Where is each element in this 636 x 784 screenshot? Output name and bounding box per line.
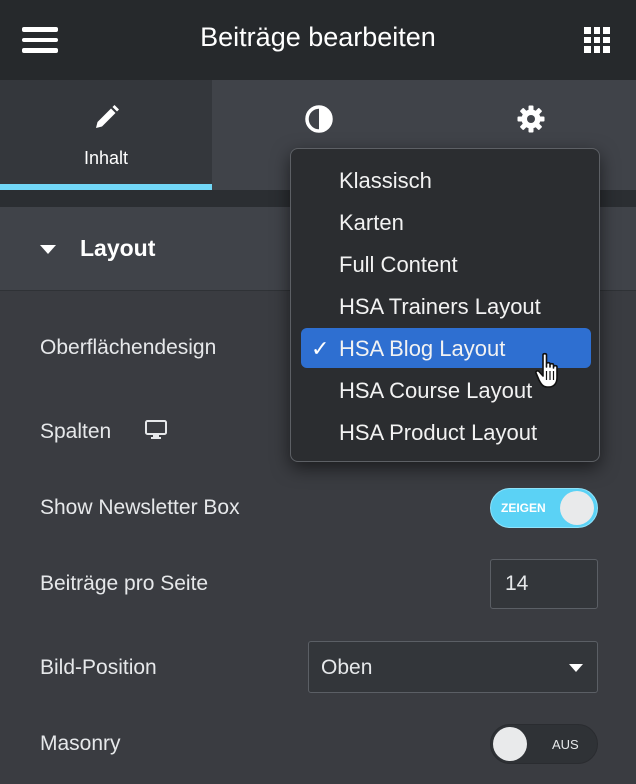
option-label: Karten	[339, 210, 404, 235]
option-label: HSA Blog Layout	[339, 336, 506, 361]
desktop-monitor-icon[interactable]	[145, 420, 167, 440]
toggle-knob	[493, 727, 527, 761]
dropdown-option[interactable]: HSA Trainers Layout	[301, 286, 591, 326]
dropdown-option[interactable]: Karten	[301, 202, 591, 242]
skin-dropdown-menu: Klassisch Karten Full Content HSA Traine…	[290, 148, 600, 462]
option-label: Klassisch	[339, 168, 432, 193]
image-position-value: Oben	[321, 656, 373, 679]
masonry-toggle[interactable]: AUS	[490, 724, 598, 764]
columns-label: Spalten	[40, 420, 112, 443]
image-position-select[interactable]: Oben	[308, 641, 598, 693]
option-label: HSA Product Layout	[339, 420, 538, 445]
pencil-icon	[96, 105, 119, 128]
newsletter-label: Show Newsletter Box	[40, 496, 240, 519]
masonry-toggle-text: AUS	[552, 737, 579, 752]
newsletter-toggle[interactable]: ZEIGEN	[490, 488, 598, 528]
option-label: HSA Course Layout	[339, 378, 533, 403]
option-label: HSA Trainers Layout	[339, 294, 541, 319]
panel-header: Beiträge bearbeiten	[0, 0, 636, 80]
tab-content-label: Inhalt	[83, 148, 129, 168]
grid-apps-icon[interactable]	[584, 27, 610, 53]
posts-per-page-input[interactable]	[490, 559, 598, 609]
skin-label: Oberflächendesign	[40, 336, 217, 359]
dropdown-option[interactable]: HSA Product Layout	[301, 412, 591, 452]
dropdown-option[interactable]: Klassisch	[301, 160, 591, 200]
chevron-down-icon	[569, 664, 583, 672]
contrast-icon	[305, 105, 333, 133]
tab-content[interactable]: Inhalt	[0, 80, 212, 190]
option-label: Full Content	[339, 252, 458, 277]
toggle-knob	[560, 491, 594, 525]
newsletter-toggle-text: ZEIGEN	[501, 501, 546, 515]
image-position-label: Bild-Position	[40, 656, 157, 679]
dropdown-option[interactable]: Full Content	[301, 244, 591, 284]
caret-down-icon	[40, 245, 56, 254]
section-title: Layout	[80, 235, 156, 261]
posts-per-page-label: Beiträge pro Seite	[40, 572, 209, 595]
checkmark-icon: ✓	[311, 336, 330, 361]
masonry-label: Masonry	[40, 732, 121, 755]
gear-icon	[517, 105, 545, 133]
hand-pointer-cursor-icon	[535, 352, 558, 388]
panel-title: Beiträge bearbeiten	[200, 22, 436, 52]
